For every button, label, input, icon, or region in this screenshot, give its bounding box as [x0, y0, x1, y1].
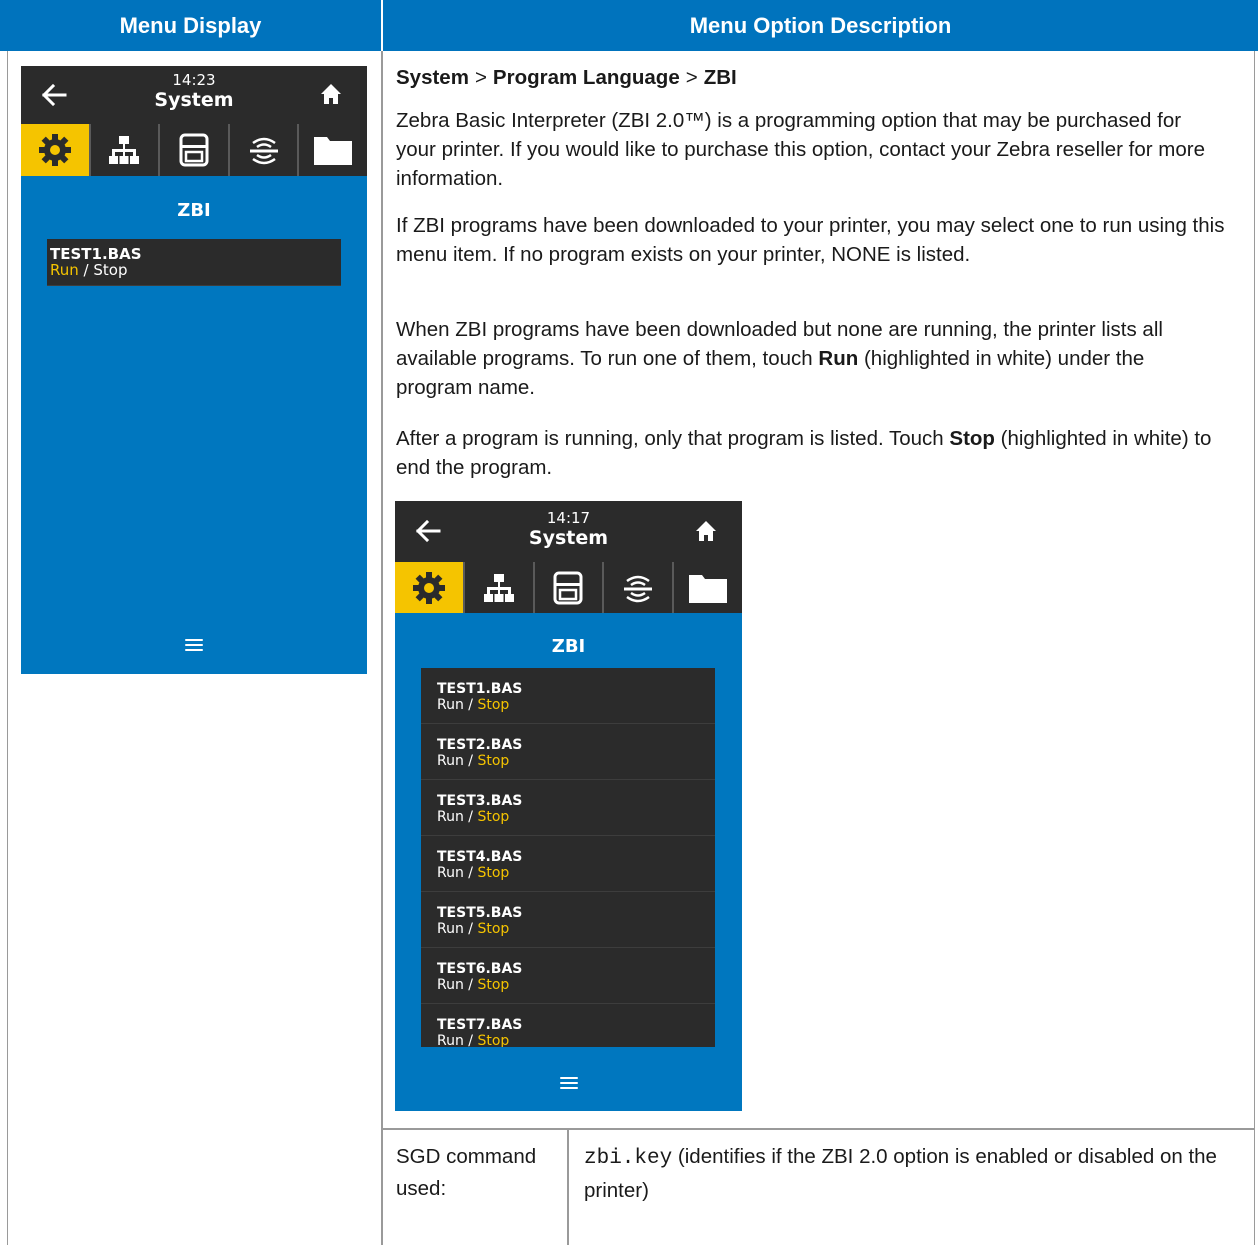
- stop-action[interactable]: Stop: [477, 1033, 509, 1047]
- stop-keyword: Stop: [949, 427, 995, 450]
- tab-storage[interactable]: [297, 124, 367, 176]
- screen-title-bar: 14:17 System: [395, 501, 742, 562]
- paragraph-zbi-stop: After a program is running, only that pr…: [396, 427, 1212, 479]
- stop-action[interactable]: Stop: [93, 261, 127, 279]
- table-column-divider: [381, 51, 383, 1245]
- wireless-icon: [624, 575, 653, 602]
- program-item[interactable]: TEST4.BAS Run / Stop: [421, 836, 715, 892]
- program-item[interactable]: TEST1.BAS Run / Stop: [47, 239, 341, 286]
- screen-section-title: ZBI: [177, 200, 211, 221]
- breadcrumb-separator: >: [474, 66, 487, 89]
- breadcrumb-separator: >: [685, 66, 698, 89]
- program-item[interactable]: TEST3.BAS Run / Stop: [421, 780, 715, 836]
- tab-network[interactable]: [462, 562, 533, 613]
- gear-icon: [38, 134, 71, 166]
- program-actions: Run / Stop: [50, 262, 341, 278]
- program-item[interactable]: TEST5.BAS Run / Stop: [421, 892, 715, 948]
- program-item[interactable]: TEST6.BAS Run / Stop: [421, 948, 715, 1004]
- sgd-cell-divider: [567, 1130, 569, 1245]
- table-border-right: [1254, 51, 1255, 1245]
- screen-tab-bar: [395, 562, 742, 613]
- breadcrumb-zbi: ZBI: [703, 66, 737, 89]
- screen-clock: 14:23 System: [21, 71, 367, 112]
- screen-title: System: [154, 89, 234, 111]
- tab-settings[interactable]: [395, 562, 463, 613]
- run-action[interactable]: Run: [50, 261, 79, 279]
- stop-action[interactable]: Stop: [477, 865, 509, 881]
- tab-settings[interactable]: [21, 124, 89, 176]
- home-icon[interactable]: [317, 80, 345, 108]
- run-action[interactable]: Run: [437, 977, 464, 993]
- network-icon: [483, 573, 514, 602]
- tab-connection[interactable]: [602, 562, 672, 613]
- paragraph-zbi-run: When ZBI programs have been downloaded b…: [396, 318, 1163, 399]
- stop-action[interactable]: Stop: [477, 753, 509, 769]
- run-action[interactable]: Run: [437, 753, 464, 769]
- printer-screen-current: 14:23 System ZBI TEST1.BAS Run / Stop: [21, 66, 367, 674]
- program-item[interactable]: TEST7.BAS Run / Stop: [421, 1004, 715, 1047]
- stop-action[interactable]: Stop: [477, 697, 509, 713]
- screen-tab-bar: [21, 124, 367, 176]
- program-item[interactable]: TEST1.BAS Run / Stop: [421, 668, 715, 724]
- folder-icon: [314, 137, 353, 165]
- printer-icon: [179, 133, 209, 167]
- stop-action[interactable]: Stop: [477, 809, 509, 825]
- screen-title-bar: 14:23 System: [21, 66, 367, 124]
- table-border-left: [7, 51, 8, 1245]
- screen-section-title: ZBI: [551, 636, 586, 657]
- run-action[interactable]: Run: [437, 1033, 464, 1047]
- menu-icon[interactable]: [559, 1077, 578, 1089]
- wireless-icon: [249, 137, 278, 165]
- paragraph-zbi-select: If ZBI programs have been downloaded to …: [396, 214, 1225, 266]
- tab-print[interactable]: [532, 562, 603, 613]
- tab-network[interactable]: [88, 124, 159, 176]
- stop-action[interactable]: Stop: [477, 921, 509, 937]
- breadcrumb-program-language: Program Language: [492, 66, 680, 89]
- program-list: TEST1.BAS Run / Stop TEST2.BAS Run / Sto…: [421, 668, 715, 1047]
- screen-clock: 14:17 System: [395, 509, 742, 550]
- stop-action[interactable]: Stop: [477, 977, 509, 993]
- sgd-label: SGD command used:: [396, 1145, 537, 1200]
- run-keyword: Run: [818, 347, 859, 370]
- breadcrumb-system: System: [396, 66, 469, 89]
- header-menu-option-description: Menu Option Description: [383, 0, 1258, 51]
- sgd-command-description: (identifies if the ZBI 2.0 option is ena…: [584, 1145, 1217, 1202]
- screen-title: System: [528, 527, 609, 549]
- run-action[interactable]: Run: [437, 809, 464, 825]
- action-separator: /: [78, 261, 94, 279]
- sgd-command: zbi.key (identifies if the ZBI 2.0 optio…: [584, 1141, 1234, 1207]
- run-action[interactable]: Run: [437, 921, 464, 937]
- printer-icon: [553, 571, 583, 604]
- sgd-command-name: zbi.key: [584, 1147, 673, 1170]
- breadcrumb: System > Program Language > ZBI: [396, 66, 737, 90]
- tab-connection[interactable]: [227, 124, 298, 176]
- home-icon[interactable]: [692, 517, 720, 545]
- screen-time: 14:17: [546, 509, 591, 527]
- paragraph-zbi-intro: Zebra Basic Interpreter (ZBI 2.0™) is a …: [396, 109, 1205, 190]
- header-menu-display: Menu Display: [0, 0, 381, 51]
- tab-print[interactable]: [158, 124, 228, 176]
- tab-storage[interactable]: [672, 562, 742, 613]
- run-action[interactable]: Run: [437, 697, 464, 713]
- printer-screen-program-list: 14:17 System ZBI TEST1.BAS Run / Stop TE: [395, 501, 742, 1111]
- screen-time: 14:23: [172, 71, 216, 89]
- program-list: TEST1.BAS Run / Stop: [47, 239, 341, 286]
- run-action[interactable]: Run: [437, 865, 464, 881]
- menu-icon[interactable]: [185, 639, 203, 651]
- folder-icon: [689, 574, 728, 603]
- sgd-row-top-border: [383, 1128, 1255, 1130]
- program-name: TEST1.BAS: [50, 245, 142, 263]
- gear-icon: [412, 571, 445, 604]
- network-icon: [109, 136, 140, 164]
- program-item[interactable]: TEST2.BAS Run / Stop: [421, 724, 715, 780]
